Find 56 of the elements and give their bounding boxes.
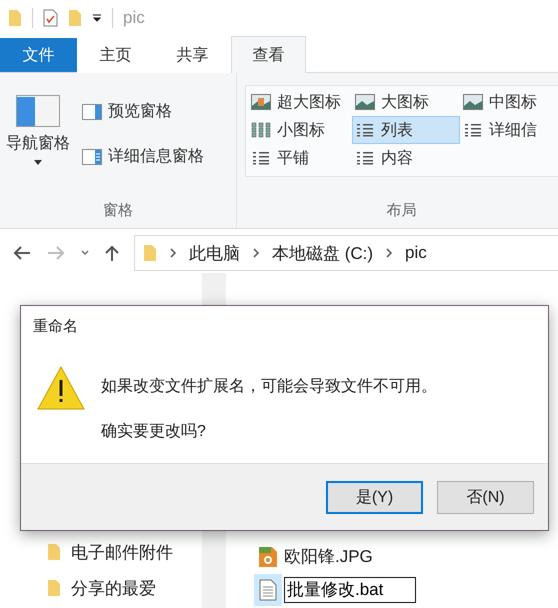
folder-icon xyxy=(47,579,61,597)
address-bar[interactable]: 此电脑 本地磁盘 (C:) pic xyxy=(134,235,558,271)
view-icon xyxy=(251,150,271,166)
layout-option[interactable]: 大图标 xyxy=(352,88,460,116)
view-icon xyxy=(251,122,271,138)
dialog-button[interactable]: 否(N) xyxy=(437,480,534,514)
pane-button[interactable]: 预览窗格 xyxy=(80,99,206,124)
dropdown-icon[interactable] xyxy=(92,12,102,22)
layout-option[interactable]: 中图标 xyxy=(460,88,558,116)
layout-option[interactable]: 超大图标 xyxy=(248,88,352,116)
view-icon xyxy=(355,122,375,138)
window-title: pic xyxy=(123,8,145,28)
chevron-right-icon xyxy=(252,248,260,258)
navigation-pane-button[interactable]: 导航窗格 xyxy=(4,91,72,201)
caret-icon xyxy=(34,160,42,165)
layout-option[interactable]: 详细信 xyxy=(460,116,558,144)
checklist-icon[interactable] xyxy=(43,8,58,26)
ribbon-tab[interactable]: 查看 xyxy=(231,36,306,73)
dialog-button[interactable]: 是(Y) xyxy=(326,480,423,514)
file-icon-tile[interactable] xyxy=(254,574,282,606)
folder-icon xyxy=(143,244,157,262)
back-arrow-icon[interactable] xyxy=(12,245,32,261)
breadcrumb[interactable]: 本地磁盘 (C:) xyxy=(272,242,374,264)
layout-option[interactable]: 内容 xyxy=(352,144,460,172)
view-icon xyxy=(463,122,483,138)
pane-icon xyxy=(82,148,102,164)
dialog-question: 确实要更改吗? xyxy=(101,422,207,442)
warning-icon xyxy=(37,366,85,410)
layout-option[interactable]: 列表 xyxy=(352,116,460,144)
group-label: 布局 xyxy=(386,201,416,221)
image-file-icon xyxy=(258,546,278,568)
breadcrumb[interactable]: pic xyxy=(405,243,427,263)
rename-field[interactable]: 批量修改.bat xyxy=(284,576,416,602)
document-icon xyxy=(259,578,277,600)
layout-option[interactable]: 平铺 xyxy=(248,144,352,172)
chevron-down-icon[interactable] xyxy=(80,249,90,257)
layout-option[interactable]: 小图标 xyxy=(248,116,352,144)
nav-item[interactable]: 电子邮件附件 xyxy=(71,540,173,564)
dialog-title: 重命名 xyxy=(32,316,79,336)
group-label: 窗格 xyxy=(103,201,133,221)
nav-item[interactable]: 分享的最爱 xyxy=(71,576,156,600)
ribbon-tab[interactable]: 文件 xyxy=(0,38,77,72)
view-icon xyxy=(355,150,375,166)
chevron-right-icon xyxy=(169,248,177,258)
up-arrow-icon[interactable] xyxy=(104,244,120,262)
pane-button[interactable]: 详细信息窗格 xyxy=(80,144,206,169)
pane-layout-icon xyxy=(16,95,60,127)
view-icon xyxy=(355,94,375,110)
view-icon xyxy=(251,94,271,110)
folder-icon xyxy=(47,543,61,561)
pane-icon xyxy=(82,104,102,120)
chevron-right-icon xyxy=(385,248,394,258)
file-name[interactable]: 欧阳锋.JPG xyxy=(284,545,373,568)
breadcrumb[interactable]: 此电脑 xyxy=(189,242,240,264)
view-icon xyxy=(463,94,483,110)
dialog-message: 如果改变文件扩展名，可能会导致文件不可用。 xyxy=(101,376,437,397)
